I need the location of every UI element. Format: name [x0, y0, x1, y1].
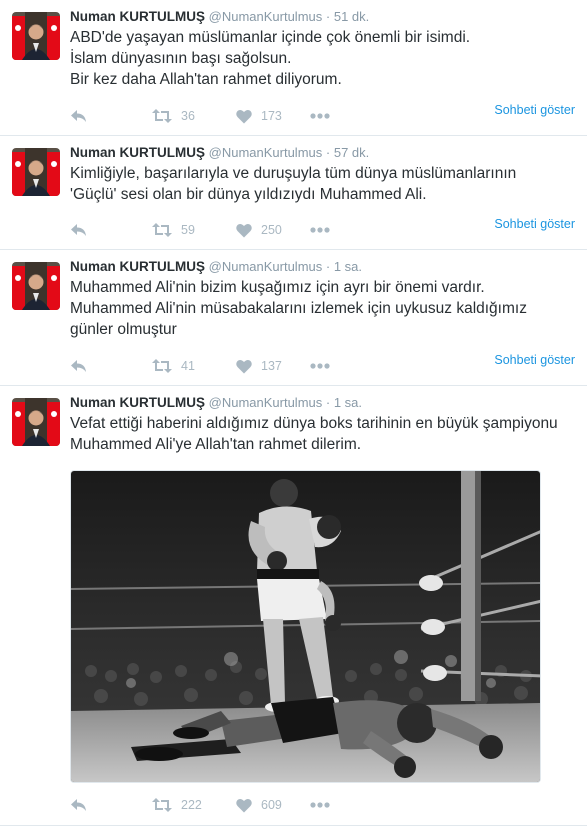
retweet-count: 41 [181, 359, 195, 373]
more-icon [310, 113, 330, 119]
like-icon [236, 109, 252, 124]
retweet-button[interactable]: 36 [152, 106, 195, 126]
avatar[interactable] [12, 398, 60, 446]
tweet-text: Muhammed Ali'nin bizim kuşağımız için ay… [70, 277, 575, 340]
like-icon [236, 798, 252, 813]
display-name[interactable]: Numan KURTULMUŞ [70, 145, 205, 160]
reply-icon [70, 222, 88, 238]
tweet-photo[interactable] [70, 470, 541, 783]
more-button[interactable] [310, 795, 330, 815]
more-button[interactable] [310, 220, 330, 240]
reply-icon [70, 108, 88, 124]
avatar[interactable] [12, 262, 60, 310]
tweet-text-line: Bir kez daha Allah'tan rahmet diliyorum. [70, 71, 342, 88]
tweet-actions: 41 137 [70, 356, 370, 376]
tweet-text-line: günler olmuştur [70, 321, 177, 338]
display-name[interactable]: Numan KURTULMUŞ [70, 395, 205, 410]
tweet-text: ABD'de yaşayan müslümanlar içinde çok ön… [70, 27, 575, 90]
retweet-button[interactable]: 222 [152, 795, 202, 815]
like-button[interactable]: 173 [236, 106, 282, 126]
retweet-count: 222 [181, 798, 202, 812]
like-button[interactable]: 250 [236, 220, 282, 240]
reply-button[interactable] [70, 106, 88, 126]
tweet[interactable]: Numan KURTULMUŞ @NumanKurtulmus · 1 sa. … [0, 386, 587, 826]
separator: · [325, 9, 331, 24]
tweet[interactable]: Numan KURTULMUŞ @NumanKurtulmus · 51 dk.… [0, 0, 587, 136]
more-icon [310, 802, 330, 808]
more-icon [310, 363, 330, 369]
separator: · [325, 259, 331, 274]
display-name[interactable]: Numan KURTULMUŞ [70, 259, 205, 274]
tweet-text-line: Muhammed Ali'nin bizim kuşağımız için ay… [70, 279, 485, 296]
tweet[interactable]: Numan KURTULMUŞ @NumanKurtulmus · 1 sa. … [0, 250, 587, 386]
like-count: 173 [261, 109, 282, 123]
reply-icon [70, 358, 88, 374]
show-conversation-link[interactable]: Sohbeti göster [494, 353, 575, 367]
retweet-icon [152, 222, 172, 238]
timestamp[interactable]: 1 sa. [334, 259, 362, 274]
like-icon [236, 223, 252, 238]
timestamp[interactable]: 51 dk. [334, 9, 369, 24]
reply-icon [70, 797, 88, 813]
tweet-text: Kimliğiyle, başarılarıyla ve duruşuyla t… [70, 163, 575, 205]
tweet-actions: 222 609 [70, 795, 370, 815]
timeline: Numan KURTULMUŞ @NumanKurtulmus · 51 dk.… [0, 0, 587, 826]
like-count: 609 [261, 798, 282, 812]
tweet-text-line: ABD'de yaşayan müslümanlar içinde çok ön… [70, 29, 471, 46]
timestamp[interactable]: 57 dk. [334, 145, 369, 160]
like-icon [236, 359, 252, 374]
display-name[interactable]: Numan KURTULMUŞ [70, 9, 205, 24]
retweet-count: 36 [181, 109, 195, 123]
avatar[interactable] [12, 148, 60, 196]
user-handle[interactable]: @NumanKurtulmus [209, 395, 323, 410]
like-count: 137 [261, 359, 282, 373]
tweet-text-line: 'Güçlü' sesi olan bir dünya yıldızıydı M… [70, 186, 427, 203]
tweet[interactable]: Numan KURTULMUŞ @NumanKurtulmus · 57 dk.… [0, 136, 587, 250]
avatar[interactable] [12, 12, 60, 60]
more-button[interactable] [310, 106, 330, 126]
retweet-icon [152, 358, 172, 374]
separator: · [325, 145, 331, 160]
more-button[interactable] [310, 356, 330, 376]
retweet-count: 59 [181, 223, 195, 237]
like-count: 250 [261, 223, 282, 237]
tweet-text-line: Muhammed Ali'nin müsabakalarını izlemek … [70, 300, 527, 317]
tweet-text-line: Vefat ettiği haberini aldığımız dünya bo… [70, 415, 558, 432]
retweet-button[interactable]: 59 [152, 220, 195, 240]
tweet-actions: 36 173 [70, 106, 370, 126]
separator: · [325, 395, 331, 410]
tweet-header: Numan KURTULMUŞ @NumanKurtulmus · 57 dk. [70, 145, 369, 160]
tweet-header: Numan KURTULMUŞ @NumanKurtulmus · 1 sa. [70, 395, 362, 410]
reply-button[interactable] [70, 795, 88, 815]
tweet-actions: 59 250 [70, 220, 370, 240]
tweet-text-line: Muhammed Ali'ye Allah'tan rahmet dilerim… [70, 436, 362, 453]
show-conversation-link[interactable]: Sohbeti göster [494, 103, 575, 117]
reply-button[interactable] [70, 356, 88, 376]
show-conversation-link[interactable]: Sohbeti göster [494, 217, 575, 231]
timestamp[interactable]: 1 sa. [334, 395, 362, 410]
user-handle[interactable]: @NumanKurtulmus [209, 9, 323, 24]
reply-button[interactable] [70, 220, 88, 240]
retweet-button[interactable]: 41 [152, 356, 195, 376]
tweet-header: Numan KURTULMUŞ @NumanKurtulmus · 1 sa. [70, 259, 362, 274]
tweet-text-line: İslam dünyasının başı sağolsun. [70, 50, 292, 67]
tweet-text-line: Kimliğiyle, başarılarıyla ve duruşuyla t… [70, 165, 517, 182]
tweet-text: Vefat ettiği haberini aldığımız dünya bo… [70, 413, 575, 455]
more-icon [310, 227, 330, 233]
user-handle[interactable]: @NumanKurtulmus [209, 259, 323, 274]
tweet-header: Numan KURTULMUŞ @NumanKurtulmus · 51 dk. [70, 9, 369, 24]
like-button[interactable]: 609 [236, 795, 282, 815]
retweet-icon [152, 797, 172, 813]
user-handle[interactable]: @NumanKurtulmus [209, 145, 323, 160]
retweet-icon [152, 108, 172, 124]
like-button[interactable]: 137 [236, 356, 282, 376]
